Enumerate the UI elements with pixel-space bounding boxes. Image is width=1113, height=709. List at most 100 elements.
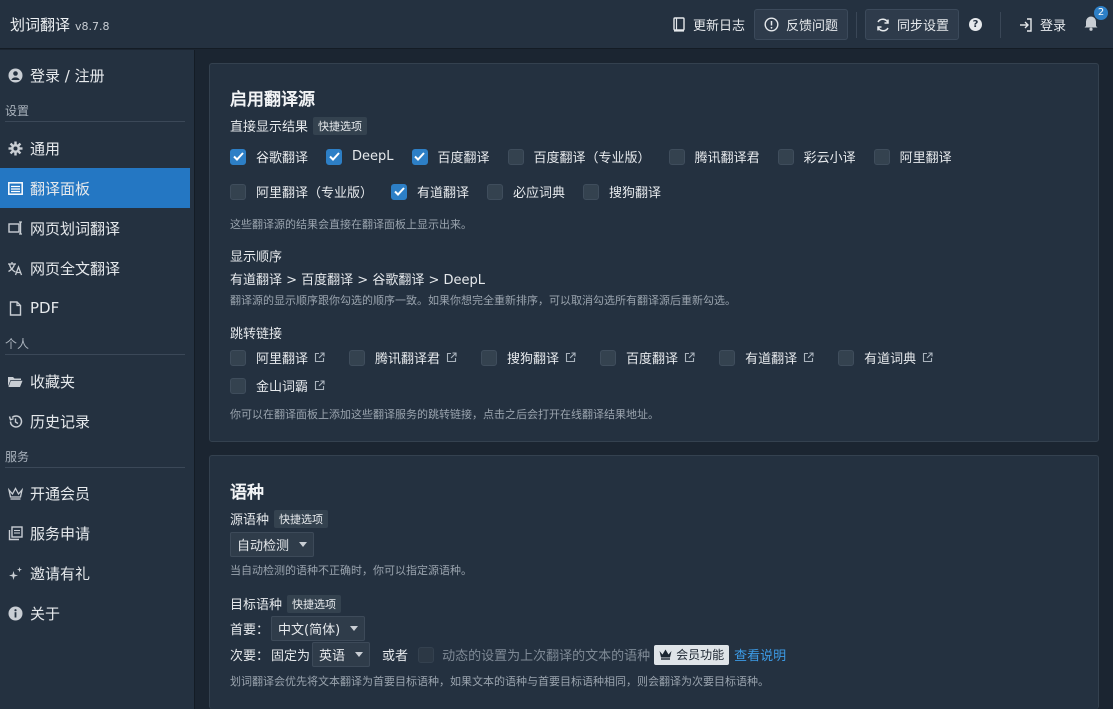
source-checkbox[interactable]: DeepL bbox=[326, 148, 394, 165]
sidebar-item-apply[interactable]: 服务申请 bbox=[0, 513, 194, 553]
sidebar-item-history[interactable]: 历史记录 bbox=[0, 401, 194, 441]
feedback-label: 反馈问题 bbox=[785, 19, 838, 34]
source-lang-hint: 当自动检测的语种不正确时，你可以指定源语种。 bbox=[230, 564, 472, 577]
sidebar-item-pdf[interactable]: PDF bbox=[0, 288, 194, 328]
source-lang-select[interactable]: 自动检测 bbox=[230, 532, 315, 557]
login-button[interactable]: 登录 bbox=[1009, 9, 1075, 40]
order-label: 显示顺序 bbox=[230, 246, 282, 265]
checkbox-unchecked[interactable] bbox=[349, 349, 366, 366]
checkbox-checked[interactable] bbox=[411, 148, 428, 165]
secondary-lang-select[interactable]: 英语 bbox=[312, 642, 371, 667]
history-icon bbox=[7, 413, 23, 429]
changelog-label: 更新日志 bbox=[692, 19, 745, 34]
checkbox-checked[interactable] bbox=[391, 183, 408, 200]
notification-badge: 2 bbox=[1094, 5, 1108, 20]
target-lang-hint: 划词翻译会优先将文本翻译为首要目标语种，如果文本的语种与首要目标语种相同，则会翻… bbox=[230, 675, 769, 688]
checkbox-checked[interactable] bbox=[230, 148, 246, 165]
top-actions: 更新日志 反馈问题 同步设置 ? 登录 2 bbox=[662, 0, 1113, 49]
notification-button[interactable]: 2 bbox=[1081, 5, 1108, 35]
sidebar-item-label: 网页全文翻译 bbox=[30, 259, 121, 278]
checkbox-label: 百度翻译 bbox=[437, 151, 490, 166]
checkbox-unchecked[interactable] bbox=[668, 148, 685, 165]
app-name: 划词翻译 bbox=[10, 15, 71, 34]
dynamic-label: 动态的设置为上次翻译的文本的语种 bbox=[442, 649, 651, 664]
link-checkbox[interactable]: 百度翻译 bbox=[600, 348, 695, 367]
quick-options-chip[interactable]: 快捷选项 bbox=[313, 116, 368, 135]
source-checkbox[interactable]: 搜狗翻译 bbox=[583, 182, 661, 201]
link-checkbox[interactable]: 金山词霸 bbox=[230, 376, 325, 395]
source-checkbox[interactable]: 必应词典 bbox=[487, 182, 565, 201]
language-title: 语种 bbox=[230, 483, 264, 503]
checkbox-unchecked[interactable] bbox=[583, 183, 600, 200]
link-checkbox[interactable]: 有道词典 bbox=[838, 348, 933, 367]
source-checkbox[interactable]: 阿里翻译 bbox=[873, 147, 952, 166]
link-checkbox[interactable]: 腾讯翻译君 bbox=[349, 348, 457, 367]
sidebar-item-general[interactable]: 通用 bbox=[0, 128, 194, 168]
help-icon[interactable]: ? bbox=[968, 18, 982, 31]
sync-button[interactable]: 同步设置 bbox=[864, 9, 959, 40]
caret-down-icon bbox=[299, 542, 308, 547]
source-checkbox[interactable]: 有道翻译 bbox=[391, 182, 469, 201]
checkbox-unchecked[interactable] bbox=[600, 349, 617, 366]
feedback-button[interactable]: 反馈问题 bbox=[753, 9, 848, 40]
source-checkbox[interactable]: 谷歌翻译 bbox=[230, 147, 308, 166]
sync-label: 同步设置 bbox=[896, 19, 949, 34]
checkbox-label: 金山词霸 bbox=[256, 380, 309, 395]
book-icon bbox=[671, 17, 687, 33]
sidebar-item-web-select[interactable]: 网页划词翻译 bbox=[0, 208, 194, 248]
sidebar-item-panel[interactable]: 翻译面板 bbox=[0, 168, 190, 208]
alert-circle-icon bbox=[764, 17, 780, 33]
changelog-button[interactable]: 更新日志 bbox=[662, 9, 754, 40]
checkbox-unchecked[interactable] bbox=[777, 148, 794, 165]
sync-icon bbox=[875, 17, 891, 33]
checkbox-label: 阿里翻译 bbox=[899, 151, 952, 166]
sidebar-item-vip[interactable]: 开通会员 bbox=[0, 473, 194, 513]
checkbox-checked[interactable] bbox=[326, 148, 343, 165]
vip-label: 会员功能 bbox=[676, 648, 725, 662]
source-checkbox-row-2: 阿里翻译（专业版） 有道翻译 必应词典 搜狗翻译 bbox=[230, 182, 679, 201]
translate-icon bbox=[7, 260, 23, 276]
sidebar-item-web-full[interactable]: 网页全文翻译 bbox=[0, 248, 194, 288]
secondary-lang-label: 次要： bbox=[230, 649, 270, 664]
checkbox-unchecked[interactable] bbox=[838, 349, 855, 366]
link-checkbox[interactable]: 阿里翻译 bbox=[230, 348, 325, 367]
source-checkbox[interactable]: 阿里翻译（专业版） bbox=[230, 182, 373, 201]
sidebar-item-about[interactable]: 关于 bbox=[0, 593, 194, 633]
checkbox-unchecked[interactable] bbox=[230, 183, 246, 200]
source-checkbox[interactable]: 腾讯翻译君 bbox=[668, 147, 760, 166]
external-link-icon bbox=[684, 352, 695, 363]
link-checkbox[interactable]: 搜狗翻译 bbox=[481, 348, 576, 367]
checkbox-label: 百度翻译（专业版） bbox=[533, 151, 651, 166]
app-version: v8.7.8 bbox=[75, 19, 110, 33]
source-checkbox[interactable]: 百度翻译（专业版） bbox=[507, 147, 651, 166]
external-link-icon bbox=[922, 352, 933, 363]
primary-lang-select[interactable]: 中文(简体) bbox=[271, 616, 366, 641]
source-checkbox[interactable]: 彩云小译 bbox=[777, 147, 856, 166]
checkbox-label: 有道翻译 bbox=[417, 186, 470, 201]
checkbox-unchecked[interactable] bbox=[481, 349, 498, 366]
dynamic-checkbox[interactable] bbox=[418, 646, 435, 663]
section-header-settings: 设置 bbox=[5, 104, 30, 118]
more-info-link[interactable]: 查看说明 bbox=[734, 645, 786, 664]
sidebar-item-account[interactable]: 登录 / 注册 bbox=[0, 55, 194, 95]
external-link-icon bbox=[803, 352, 814, 363]
checkbox-unchecked[interactable] bbox=[507, 148, 524, 165]
checkbox-unchecked[interactable] bbox=[719, 349, 736, 366]
link-checkbox[interactable]: 有道翻译 bbox=[719, 348, 814, 367]
checkbox-label: 搜狗翻译 bbox=[507, 352, 560, 367]
brand: 划词翻译 v8.7.8 bbox=[10, 14, 110, 35]
divider bbox=[5, 354, 185, 355]
checkbox-unchecked[interactable] bbox=[230, 377, 246, 394]
primary-lang-label: 首要： bbox=[230, 623, 270, 638]
sidebar-item-favorites[interactable]: 收藏夹 bbox=[0, 361, 194, 401]
external-link-icon bbox=[314, 380, 325, 391]
source-checkbox[interactable]: 百度翻译 bbox=[411, 147, 490, 166]
quick-options-chip[interactable]: 快捷选项 bbox=[287, 594, 342, 613]
quick-options-chip[interactable]: 快捷选项 bbox=[274, 509, 329, 528]
divider bbox=[999, 11, 1001, 38]
checkbox-unchecked[interactable] bbox=[230, 349, 246, 366]
sidebar-item-invite[interactable]: 邀请有礼 bbox=[0, 553, 194, 593]
checkbox-unchecked[interactable] bbox=[487, 183, 504, 200]
caret-down-icon bbox=[350, 626, 359, 631]
checkbox-unchecked[interactable] bbox=[873, 148, 890, 165]
